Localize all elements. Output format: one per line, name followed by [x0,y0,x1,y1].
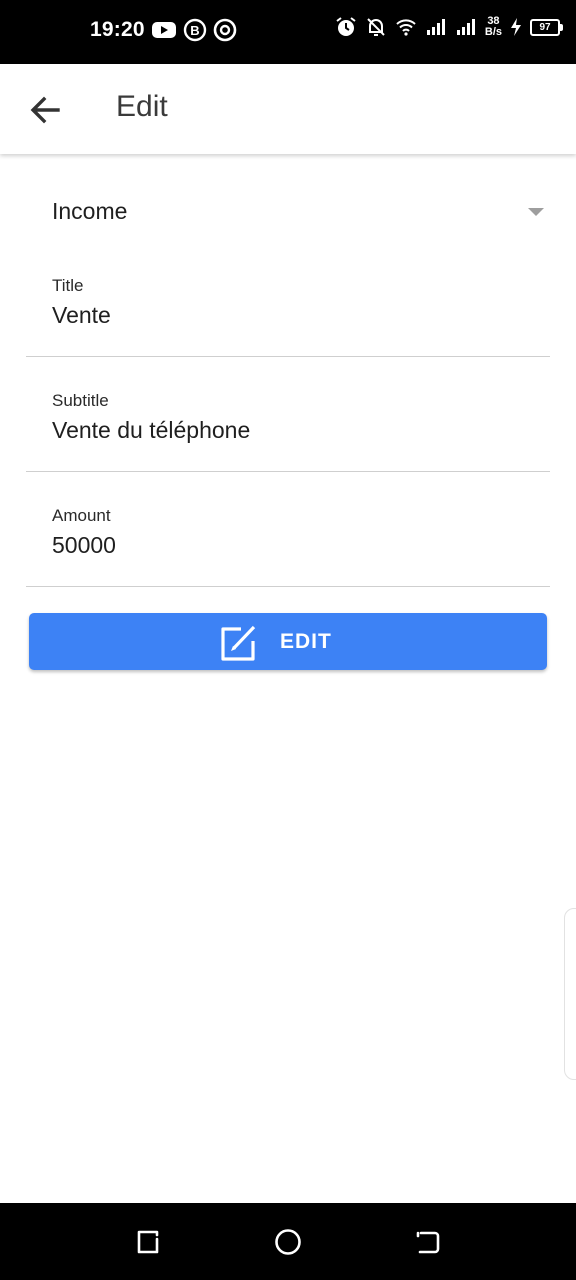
subtitle-label: Subtitle [52,391,109,410]
title-input[interactable] [52,302,532,329]
edit-button[interactable]: EDIT [29,613,547,670]
status-bar: 19:20 B 38 B/s 97 [0,0,576,64]
wifi-icon [396,19,416,36]
status-left: 19:20 B [90,18,237,42]
subtitle-input[interactable] [52,417,532,444]
app-bar: Edit [0,64,576,154]
status-right: 38 B/s 97 [335,16,563,38]
back-icon[interactable] [413,1227,443,1257]
back-button[interactable] [26,90,66,130]
home-icon[interactable] [273,1227,303,1257]
signal-icon [456,19,475,35]
at-circle-icon [213,18,237,42]
svg-text:B: B [190,23,199,38]
type-dropdown-value: Income [52,198,128,224]
edit-button-label: EDIT [280,630,332,653]
recent-apps-icon[interactable] [133,1227,163,1257]
battery-indicator: 97 [530,18,563,36]
arrow-back-icon [30,96,60,124]
side-panel-handle[interactable] [564,908,576,1080]
notifications-off-icon [367,18,385,36]
page-title: Edit [116,90,168,123]
amount-input[interactable] [52,532,532,559]
dropdown-arrow-icon [528,208,544,216]
alarm-icon [336,17,356,36]
clock: 19:20 [90,18,145,41]
type-dropdown[interactable]: Income [28,180,548,240]
amount-field: Amount [26,506,550,587]
b-circle-icon: B [183,18,206,42]
network-speed-unit: B/s [484,26,502,38]
network-speed: 38 B/s [485,16,502,38]
title-field: Title [26,276,550,357]
charging-icon [511,18,521,36]
youtube-icon [151,22,176,38]
navigation-bar [0,1203,576,1280]
title-label: Title [52,276,84,295]
amount-label: Amount [52,506,111,525]
subtitle-field: Subtitle [26,391,550,472]
signal-icon [426,19,445,35]
edit-square-icon [221,625,256,661]
